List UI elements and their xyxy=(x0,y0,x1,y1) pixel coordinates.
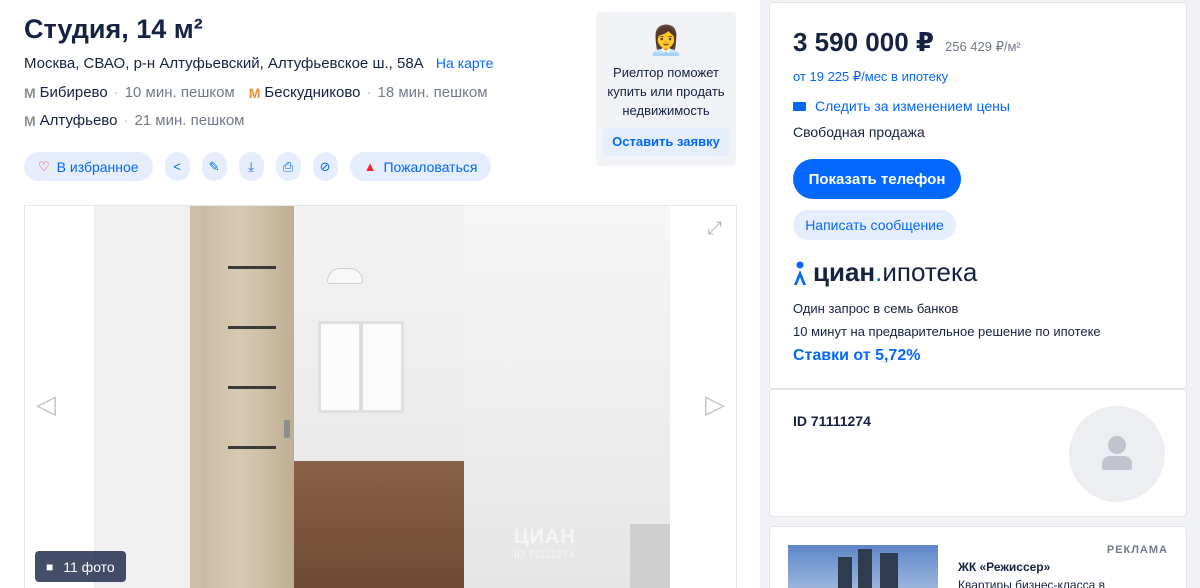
address: Москва, СВАО, р-н Алтуфьевский, Алтуфьев… xyxy=(24,55,493,72)
leave-request-button[interactable]: Оставить заявку xyxy=(603,128,729,156)
photo-count-badge[interactable]: ■ 11 фото xyxy=(35,551,126,582)
ad-subtitle: Квартиры бизнес-класса в xyxy=(958,578,1105,588)
metro-name: Бескудниково xyxy=(264,84,361,101)
metro-walk-time: 18 мин. пешком xyxy=(377,84,488,101)
separator-dot: · xyxy=(113,84,119,101)
avatar[interactable] xyxy=(1069,406,1165,502)
action-bar: ♡ В избранное < ✎ ⤓ ⎙ ⊘ ▲ Пожаловаться xyxy=(24,152,492,181)
metro-station-altufyevo[interactable]: M Алтуфьево · 21 мин. пешком xyxy=(24,112,245,129)
logo-dot: . xyxy=(875,257,883,287)
ad-title: ЖК «Режиссер» xyxy=(958,560,1051,574)
photo-lamp xyxy=(327,268,363,284)
cian-logo-icon xyxy=(794,261,806,285)
heart-icon: ♡ xyxy=(38,158,50,174)
promo-line-1: Один запрос в семь банков xyxy=(793,301,959,316)
photo-count-label: 11 фото xyxy=(63,558,115,575)
ad-label: РЕКЛАМА xyxy=(1106,544,1168,556)
metro-station-beskudnikovo[interactable]: M Бескудниково · 18 мин. пешком xyxy=(249,84,488,101)
mortgage-link[interactable]: от 19 225 ₽/мес в ипотеку xyxy=(793,69,948,85)
metro-name: Бибирево xyxy=(39,84,108,101)
photo-watermark: ЦИАН ID 71111274 xyxy=(514,526,576,561)
metro-station-bibirevo[interactable]: M Бибирево · 10 мин. пешком xyxy=(24,84,235,101)
photo-floor xyxy=(294,461,464,588)
share-button[interactable]: < xyxy=(164,152,190,181)
page-title: Студия, 14 м² xyxy=(24,14,203,44)
watermark-brand: ЦИАН xyxy=(514,526,576,548)
complain-button[interactable]: ▲ Пожаловаться xyxy=(349,152,492,181)
separator-dot: · xyxy=(366,84,372,101)
photo-gallery[interactable]: ЦИАН ID 71111274 ◁ ▷ ⤢ ■ 11 фото xyxy=(24,205,737,588)
edit-note-button[interactable]: ✎ xyxy=(201,152,227,181)
realtor-avatar-icon: 👩‍💼 xyxy=(648,25,684,56)
favorite-label: В избранное xyxy=(56,158,139,175)
metro-walk-time: 21 мин. пешком xyxy=(134,112,245,129)
metro-name: Алтуфьево xyxy=(39,112,118,129)
sale-type: Свободная продажа xyxy=(793,124,925,140)
separator-dot: · xyxy=(123,112,129,129)
agent-card: ID 71111274 xyxy=(769,389,1187,517)
favorite-button[interactable]: ♡ В избранное xyxy=(24,152,153,181)
share-icon: < xyxy=(173,159,181,174)
prev-photo-arrow-icon[interactable]: ◁ xyxy=(36,389,56,420)
user-icon-head xyxy=(1108,436,1126,454)
address-text: Москва, СВАО, р-н Алтуфьевский, Алтуфьев… xyxy=(24,55,424,72)
metro-row-1: M Бибирево · 10 мин. пешком M Бескуднико… xyxy=(24,84,502,101)
listing-id: ID 71111274 xyxy=(793,413,871,429)
ad-card[interactable]: РЕКЛАМА ЖК «Режиссер» Квартиры бизнес-кл… xyxy=(769,526,1187,588)
logo-cian-text: циан xyxy=(813,257,876,287)
follow-price-label: Следить за изменением цены xyxy=(815,98,1010,114)
user-icon-body xyxy=(1102,456,1132,470)
promo-line-2: 10 минут на предварительное решение по и… xyxy=(793,324,1101,339)
metro-icon: M xyxy=(24,112,36,129)
listing-photo[interactable]: ЦИАН ID 71111274 xyxy=(94,206,670,588)
camera-icon: ■ xyxy=(46,559,54,574)
download-button[interactable]: ⤓ xyxy=(238,152,264,181)
logo-ipoteka-text: ипотека xyxy=(882,257,978,287)
cian-ipoteka-logo[interactable]: циан . ипотека xyxy=(793,257,977,288)
listing-main: Студия, 14 м² Москва, СВАО, р-н Алтуфьев… xyxy=(0,0,760,588)
download-icon: ⤓ xyxy=(248,158,254,174)
fullscreen-icon[interactable]: ⤢ xyxy=(708,218,722,239)
eye-off-icon: ⊘ xyxy=(319,158,331,174)
print-button[interactable]: ⎙ xyxy=(275,152,301,181)
map-link[interactable]: На карте xyxy=(436,55,494,71)
ad-image[interactable] xyxy=(788,545,938,588)
next-photo-arrow-icon[interactable]: ▷ xyxy=(705,389,725,420)
warning-icon: ▲ xyxy=(363,159,377,174)
complain-label: Пожаловаться xyxy=(383,158,478,175)
realtor-card: 👩‍💼 Риелтор поможет купить или продать н… xyxy=(596,12,736,166)
metro-walk-time: 10 мин. пешком xyxy=(124,84,235,101)
envelope-icon xyxy=(793,101,806,111)
price-card: 3 590 000 ₽ 256 429 ₽/м² от 19 225 ₽/мес… xyxy=(769,2,1187,389)
rates-link[interactable]: Ставки от 5,72% xyxy=(793,347,920,365)
printer-icon: ⎙ xyxy=(282,158,294,174)
hide-button[interactable]: ⊘ xyxy=(312,152,338,181)
metro-row-2: M Алтуфьево · 21 мин. пешком xyxy=(24,112,259,129)
metro-icon: M xyxy=(24,84,36,101)
photo-corner xyxy=(630,524,670,588)
photo-window xyxy=(318,321,404,413)
photo-doorway xyxy=(94,206,190,588)
show-phone-button[interactable]: Показать телефон xyxy=(793,159,961,199)
pencil-icon: ✎ xyxy=(208,158,220,174)
follow-price-button[interactable]: Следить за изменением цены xyxy=(793,98,1010,114)
price-per-m2: 256 429 ₽/м² xyxy=(945,39,1021,54)
price: 3 590 000 ₽ xyxy=(793,27,934,57)
photo-door xyxy=(202,206,294,588)
watermark-id: ID 71111274 xyxy=(514,549,575,561)
send-message-button[interactable]: Написать сообщение xyxy=(793,210,956,240)
realtor-text: Риелтор поможет купить или продать недви… xyxy=(607,65,725,118)
metro-icon: M xyxy=(248,84,261,101)
